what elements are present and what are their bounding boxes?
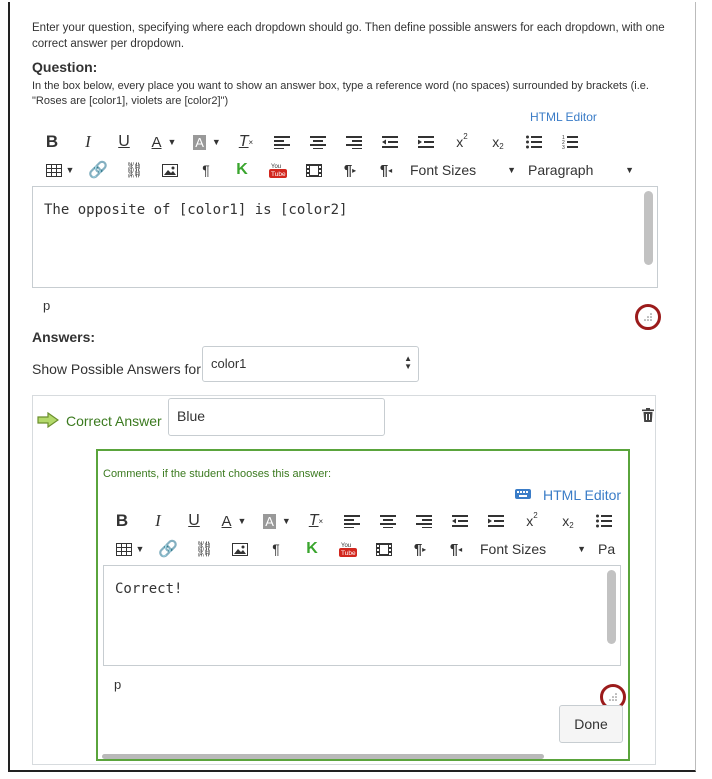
correct-answer-input[interactable]: Blue [168,398,385,436]
ltr-icon[interactable]: ¶ ▸ [332,158,368,182]
html-editor-link[interactable]: HTML Editor [530,110,597,124]
rtl-icon[interactable]: ¶ ◂ [368,158,404,182]
question-help: In the box below, every place you want t… [32,80,649,107]
k-icon[interactable]: K [224,158,260,182]
bold-button[interactable]: B [104,509,140,533]
comment-toolbar-row1: B I U A ▼ A ▼ T × x2 x2 [104,509,622,533]
comment-horizontal-scrollbar[interactable] [102,754,544,759]
numbered-list-button[interactable]: 123 [552,130,588,154]
question-editor-scrollbar[interactable] [644,191,653,265]
clear-formatting-button[interactable]: T × [298,509,334,533]
comment-html-editor-link[interactable]: HTML Editor [543,487,621,503]
question-heading: Question: [32,59,98,75]
subscript-button[interactable]: x2 [550,509,586,533]
background-color-button[interactable]: A ▼ [186,130,228,154]
instructions: Enter your question, specifying where ea… [32,22,665,50]
question-toolbar-row2: ▼ 🔗 ⛓ ¶ K You Tube ¶ ▸ ¶ ◂ Font Sizes ▼ Para… [40,158,640,182]
quiz-question-editor: Enter your question, specifying where ea… [8,2,696,772]
svg-text:Tube: Tube [271,171,286,178]
question-path-indicator: p [43,298,51,313]
align-right-button[interactable] [336,130,372,154]
italic-button[interactable]: I [140,509,176,533]
media-icon[interactable] [366,537,402,561]
font-sizes-dropdown[interactable]: Font Sizes ▼ [404,158,522,182]
pilcrow-icon[interactable]: ¶ [258,537,294,561]
image-icon[interactable] [222,537,258,561]
indent-button[interactable] [408,130,444,154]
question-toolbar-row1: B I U A ▼ A ▼ T × x2 x2 123 [34,130,588,154]
answer-blank-selected: color1 [211,356,247,371]
paragraph-label: Pa [598,541,616,557]
unlink-icon[interactable]: ⛓ [186,537,222,561]
question-text: The opposite of [color1] is [color2] [44,202,348,218]
superscript-button[interactable]: x2 [514,509,550,533]
comments-label: Comments, if the student chooses this an… [103,468,332,480]
image-icon[interactable] [152,158,188,182]
underline-button[interactable]: U [176,509,212,533]
show-answers-label: Show Possible Answers for [32,361,201,377]
italic-button[interactable]: I [70,130,106,154]
k-icon[interactable]: K [294,537,330,561]
table-button[interactable]: ▼ [110,537,150,561]
background-color-button[interactable]: A ▼ [256,509,298,533]
link-icon[interactable]: 🔗 [150,537,186,561]
font-sizes-dropdown[interactable]: Font Sizes ▼ [474,537,592,561]
question-editor[interactable]: The opposite of [color1] is [color2] [32,186,658,288]
outdent-button[interactable] [442,509,478,533]
media-icon[interactable] [296,158,332,182]
paragraph-dropdown[interactable]: Paragraph ▼ [522,158,640,182]
subscript-button[interactable]: x2 [480,130,516,154]
done-button[interactable]: Done [559,705,623,743]
bullet-list-button[interactable] [586,509,622,533]
bold-button[interactable]: B [34,130,70,154]
ltr-icon[interactable]: ¶ ▸ [402,537,438,561]
superscript-button[interactable]: x2 [444,130,480,154]
bullet-list-button[interactable] [516,130,552,154]
paragraph-label: Paragraph [528,162,594,178]
outdent-button[interactable] [372,130,408,154]
align-center-button[interactable] [300,130,336,154]
font-sizes-label: Font Sizes [410,162,477,178]
unlink-icon[interactable]: ⛓ [116,158,152,182]
align-left-button[interactable] [334,509,370,533]
resize-grip-icon[interactable] [644,313,652,321]
keyboard-icon [515,489,531,499]
text-color-button[interactable]: A ▼ [142,130,186,154]
youtube-icon[interactable]: You Tube [330,537,366,561]
correct-answer-label: Correct Answer [66,413,162,429]
correct-arrow-icon [37,412,59,428]
comment-editor[interactable]: Correct! [103,565,621,666]
trash-icon[interactable] [642,408,654,422]
pilcrow-icon[interactable]: ¶ [188,158,224,182]
font-sizes-label: Font Sizes [480,541,547,557]
underline-button[interactable]: U [106,130,142,154]
youtube-icon[interactable]: You Tube [260,158,296,182]
svg-text:3: 3 [562,145,565,150]
align-center-button[interactable] [370,509,406,533]
resize-grip-icon[interactable] [609,693,617,701]
paragraph-dropdown[interactable]: Pa [592,537,628,561]
answers-heading: Answers: [32,329,96,345]
rtl-icon[interactable]: ¶ ◂ [438,537,474,561]
table-button[interactable]: ▼ [40,158,80,182]
comment-toolbar-row2: ▼ 🔗 ⛓ ¶ K You Tube ¶ ▸ ¶ ◂ Font Sizes ▼ Pa [110,537,628,561]
comment-text: Correct! [115,581,183,597]
answer-blank-select[interactable]: color1 ▲ ▼ [202,346,419,382]
select-arrows-icon: ▲ ▼ [404,354,412,371]
clear-formatting-button[interactable]: T × [228,130,264,154]
align-right-button[interactable] [406,509,442,533]
comment-path-indicator: p [114,677,122,692]
comment-editor-panel: Comments, if the student chooses this an… [96,449,630,761]
comment-editor-scrollbar[interactable] [607,570,616,644]
svg-text:Tube: Tube [341,550,356,557]
indent-button[interactable] [478,509,514,533]
link-icon[interactable]: 🔗 [80,158,116,182]
text-color-button[interactable]: A ▼ [212,509,256,533]
align-left-button[interactable] [264,130,300,154]
